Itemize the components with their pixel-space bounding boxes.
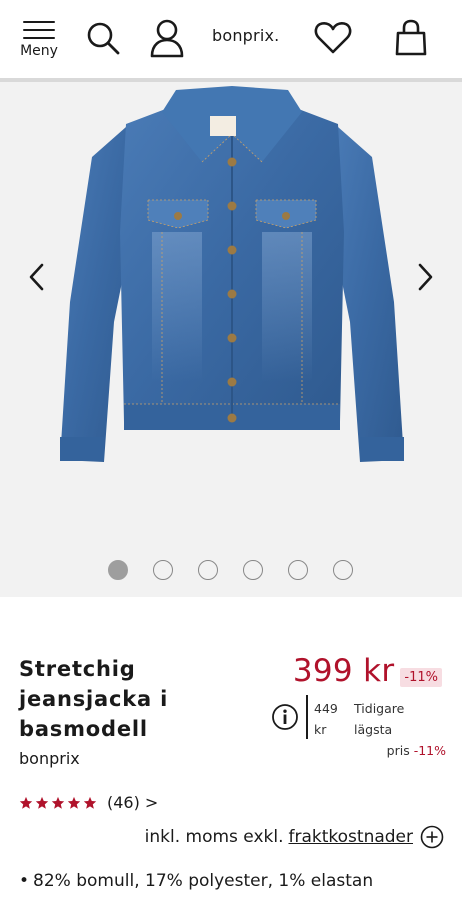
user-icon <box>150 19 184 58</box>
shopping-bag-icon <box>395 19 427 56</box>
star-icon <box>19 796 33 809</box>
bonprix-logo[interactable]: bonprix. <box>212 26 282 45</box>
price-divider <box>306 695 308 739</box>
previous-price: 449 kr <box>314 701 338 737</box>
hamburger-icon <box>23 20 55 40</box>
material-composition: • 82% bomull, 17% polyester, 1% elastan <box>19 871 373 891</box>
discount-badge: -11% <box>400 668 442 687</box>
star-icon <box>67 796 81 809</box>
next-image-button[interactable] <box>410 262 440 292</box>
product-title-line: basmodell <box>19 717 148 741</box>
previous-price-label: Tidigare lägsta <box>354 701 405 737</box>
menu-label: Meny <box>20 43 58 59</box>
heart-icon <box>314 21 352 54</box>
shipping-cost-link[interactable]: fraktkostnader <box>289 827 414 847</box>
previous-image-button[interactable] <box>22 262 52 292</box>
bullet: • <box>19 871 30 891</box>
product-title: Stretchig jeansjacka i basmodell <box>19 654 199 744</box>
chevron-right-icon <box>418 263 433 291</box>
product-title-line: Stretchig <box>19 657 136 681</box>
plus-circle-icon[interactable] <box>420 825 444 849</box>
material-text: 82% bomull, 17% polyester, 1% elastan <box>33 871 374 891</box>
gallery-dot[interactable] <box>288 560 308 580</box>
denim-jacket-image[interactable] <box>52 82 412 470</box>
price-row: 399 kr -11% <box>293 653 442 693</box>
gallery-dot[interactable] <box>243 560 263 580</box>
rating-summary[interactable]: (46) > <box>19 793 158 812</box>
account-button[interactable] <box>147 18 187 58</box>
gallery-dot[interactable] <box>108 560 128 580</box>
review-count[interactable]: (46) > <box>107 793 158 812</box>
current-price: 399 kr <box>292 653 395 689</box>
search-button[interactable] <box>83 18 123 58</box>
gallery-pagination <box>108 560 358 582</box>
star-icon <box>51 796 65 809</box>
gallery-dot[interactable] <box>333 560 353 580</box>
previous-discount: -11% <box>413 743 446 758</box>
product-gallery[interactable] <box>0 82 462 597</box>
previous-price-label-end: pris <box>386 743 410 758</box>
top-header: Meny bonprix. <box>0 0 462 78</box>
cart-button[interactable] <box>391 18 431 58</box>
star-icon <box>35 796 49 809</box>
product-brand[interactable]: bonprix <box>19 749 80 768</box>
chevron-left-icon <box>29 263 44 291</box>
wishlist-button[interactable] <box>313 18 353 58</box>
gallery-dot[interactable] <box>198 560 218 580</box>
tax-text: inkl. moms exkl. <box>144 827 284 847</box>
info-icon[interactable] <box>271 703 299 731</box>
rating-stars <box>19 796 97 810</box>
product-title-line: jeansjacka i <box>19 687 169 711</box>
tax-info: inkl. moms exkl. fraktkostnader <box>145 825 444 849</box>
gallery-dot[interactable] <box>153 560 173 580</box>
menu-button[interactable]: Meny <box>14 16 64 64</box>
previous-price-info: 449 kr Tidigare lägsta pris -11% <box>314 698 446 761</box>
star-icon <box>83 796 97 809</box>
search-icon <box>87 22 120 55</box>
